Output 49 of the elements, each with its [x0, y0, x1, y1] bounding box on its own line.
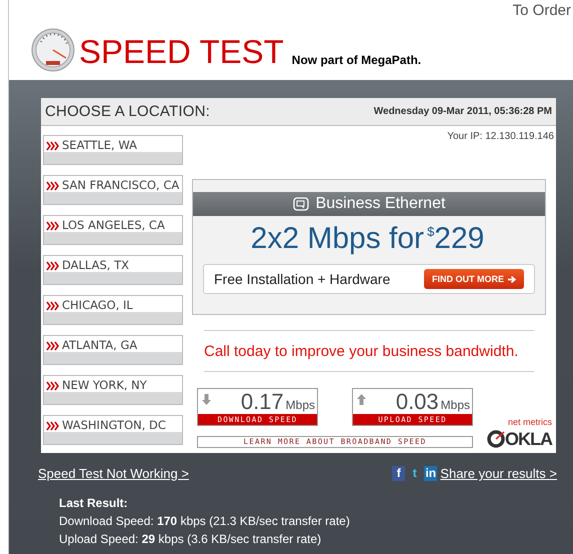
logo-tagline: net metrics [508, 417, 552, 427]
gauge-logo-icon [487, 430, 505, 448]
panel-heading: CHOOSE A LOCATION: [45, 103, 210, 120]
ad-price: 229 [434, 221, 484, 257]
social-icon[interactable]: t [408, 466, 422, 481]
date-time: Wednesday 09-Mar 2011, 05:36:28 PM [374, 106, 552, 117]
chevrons-icon [46, 181, 60, 191]
location-button[interactable]: SEATTLE, WA [43, 135, 183, 165]
share-link[interactable]: Share your results > [440, 466, 557, 481]
ad-heading: Business Ethernet [316, 195, 446, 213]
chevrons-icon [46, 261, 60, 271]
result-line: Download Speed: 170 kbps (21.3 KB/sec transfer rate) [59, 514, 351, 528]
location-button[interactable]: ATLANTA, GA [43, 335, 183, 365]
chevrons-icon [46, 341, 60, 351]
location-button[interactable]: DALLAS, TX [43, 255, 183, 285]
monitor-icon [292, 197, 309, 211]
chevrons-icon [46, 381, 60, 391]
speed-unit: Mbps [440, 398, 470, 412]
speed-unit: Mbps [286, 398, 315, 412]
arrow-icon [508, 276, 516, 282]
find-out-more-button[interactable]: FIND OUT MORE [424, 269, 524, 289]
result-heading: Last Result: [59, 496, 129, 510]
location-button[interactable]: WASHINGTON, DC [43, 415, 183, 445]
social-icon[interactable]: in [424, 466, 438, 481]
chevrons-icon [46, 421, 60, 431]
location-button[interactable]: NEW YORK, NY [43, 375, 183, 405]
speedometer-icon [31, 28, 75, 72]
feature-text: Free Installation + Hardware [214, 271, 390, 287]
location-button[interactable]: SAN FRANCISCO, CA [43, 175, 183, 205]
result-line: Upload Speed: 29 kbps (3.6 KB/sec transfer rate) [59, 532, 322, 546]
social-icon[interactable]: f [392, 466, 406, 481]
location-button[interactable]: CHICAGO, IL [43, 295, 183, 325]
speed-value: 0.17 [240, 390, 284, 414]
help-link[interactable]: Speed Test Not Working > [38, 466, 189, 481]
chevrons-icon [46, 221, 60, 231]
site-title: SPEED TEST [79, 35, 284, 68]
location-button[interactable]: LOS ANGELES, CA [43, 215, 183, 245]
ip-address: Your IP: 12.130.119.146 [447, 131, 554, 142]
logo-text: OKLA [505, 430, 552, 448]
chevrons-icon [46, 141, 60, 151]
promo-text: Call today to improve your business bandwidth. [204, 343, 518, 360]
currency-sign: $ [427, 224, 434, 240]
down-arrow-icon [201, 393, 212, 406]
order-link[interactable]: To Order [512, 2, 571, 19]
speed-value: 0.03 [396, 390, 439, 414]
chevrons-icon [46, 301, 60, 311]
up-arrow-icon [356, 393, 367, 406]
tagline: Now part of MegaPath. [292, 53, 422, 67]
ad-offer: 2x2 Mbps for [250, 221, 424, 257]
